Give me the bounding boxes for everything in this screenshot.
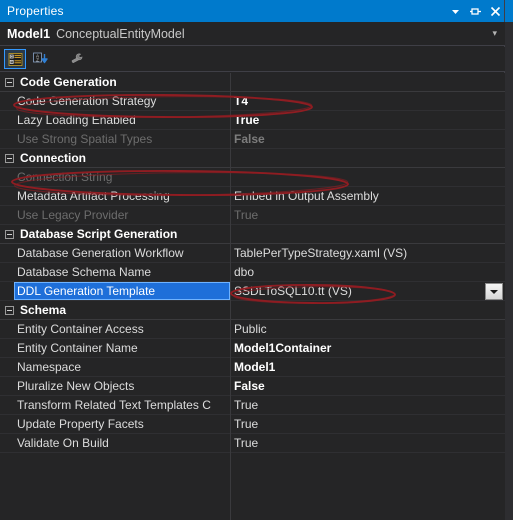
property-name: Connection String [17, 170, 113, 184]
chevron-down-icon [490, 289, 498, 294]
property-row[interactable]: Pluralize New Objects False [0, 377, 505, 396]
property-row[interactable]: Validate On Build True [0, 434, 505, 453]
property-row[interactable]: Metadata Artifact Processing Embed in Out… [0, 187, 505, 206]
property-name: DDL Generation Template [17, 284, 156, 298]
property-name: Entity Container Access [17, 322, 144, 336]
auto-hide-pin-icon[interactable] [465, 1, 485, 21]
object-selector-chevron-down-icon[interactable]: ▾ [492, 29, 505, 38]
property-value[interactable]: Embed in Output Assembly [234, 189, 484, 203]
property-row[interactable]: Namespace Model1 [0, 358, 505, 377]
property-value[interactable]: TablePerTypeStrategy.xaml (VS) [234, 246, 484, 260]
property-value[interactable]: dbo [234, 265, 484, 279]
property-row[interactable]: Database Generation Workflow TablePerType… [0, 244, 505, 263]
value-dropdown-button[interactable] [485, 283, 503, 300]
property-value[interactable]: True [234, 113, 484, 127]
property-row[interactable]: Use Legacy Provider True [0, 206, 505, 225]
svg-text:Z: Z [36, 57, 39, 62]
property-row[interactable]: Transform Related Text Templates C True [0, 396, 505, 415]
category-label: Code Generation [20, 75, 117, 89]
property-name: Entity Container Name [17, 341, 138, 355]
category-collapse-icon[interactable] [5, 78, 14, 87]
property-row[interactable]: Use Strong Spatial Types False [0, 130, 505, 149]
property-value[interactable]: True [234, 398, 484, 412]
property-name: Database Generation Workflow [17, 246, 184, 260]
property-row[interactable]: Database Schema Name dbo [0, 263, 505, 282]
property-name: Database Schema Name [17, 265, 152, 279]
property-name: Code Generation Strategy [17, 94, 157, 108]
properties-toolbar: A Z [0, 47, 505, 72]
object-header[interactable]: Model1 ConceptualEntityModel ▾ [0, 22, 505, 46]
right-dock-strip: Properties [504, 0, 513, 520]
object-name: Model1 [7, 26, 51, 41]
property-value[interactable]: Public [234, 322, 484, 336]
category-collapse-icon[interactable] [5, 154, 14, 163]
property-row[interactable]: Lazy Loading Enabled True [0, 111, 505, 130]
property-value[interactable]: False [234, 379, 484, 393]
property-value[interactable]: T4 [234, 94, 484, 108]
close-icon[interactable] [485, 1, 505, 21]
property-name: Pluralize New Objects [17, 379, 135, 393]
property-name: Validate On Build [17, 436, 109, 450]
category-row[interactable]: Code Generation [0, 73, 505, 92]
property-name: Update Property Facets [17, 417, 144, 431]
category-collapse-icon[interactable] [5, 230, 14, 239]
property-name: Use Strong Spatial Types [17, 132, 153, 146]
category-row[interactable]: Database Script Generation [0, 225, 505, 244]
category-row[interactable]: Connection [0, 149, 505, 168]
property-row[interactable]: Update Property Facets True [0, 415, 505, 434]
property-name: Metadata Artifact Processing [17, 189, 170, 203]
property-name: Lazy Loading Enabled [17, 113, 136, 127]
categorized-view-button[interactable] [4, 49, 26, 69]
properties-panel: Properties Properties Model1 [0, 0, 513, 520]
property-value[interactable]: True [234, 417, 484, 431]
object-type: ConceptualEntityModel [56, 26, 185, 41]
property-pages-button[interactable] [66, 49, 88, 69]
property-value[interactable]: True [234, 436, 484, 450]
property-name: Transform Related Text Templates C [17, 398, 211, 412]
property-row[interactable]: Code Generation Strategy T4 [0, 92, 505, 111]
property-name: Namespace [17, 360, 82, 374]
alphabetical-sort-button[interactable]: A Z [30, 49, 52, 69]
property-value[interactable]: SSDLToSQL10.tt (VS) [234, 284, 484, 298]
category-row[interactable]: Schema [0, 301, 505, 320]
property-value[interactable]: Model1 [234, 360, 484, 374]
category-collapse-icon[interactable] [5, 306, 14, 315]
property-row[interactable]: Entity Container Name Model1Container [0, 339, 505, 358]
property-grid[interactable]: Code Generation Code Generation Strategy T… [0, 73, 505, 520]
category-label: Database Script Generation [20, 227, 178, 241]
right-dock-active-tab[interactable] [505, 0, 513, 22]
property-row[interactable]: Connection String [0, 168, 505, 187]
window-menu-chevron-icon[interactable] [445, 1, 465, 21]
panel-title: Properties [7, 4, 64, 18]
property-value[interactable]: True [234, 208, 484, 222]
panel-titlebar: Properties [0, 0, 505, 22]
category-label: Schema [20, 303, 67, 317]
property-name: Use Legacy Provider [17, 208, 129, 222]
property-row[interactable]: DDL Generation Template SSDLToSQL10.tt (V… [0, 282, 505, 301]
property-value[interactable]: False [234, 132, 484, 146]
property-value[interactable]: Model1Container [234, 341, 484, 355]
property-row[interactable]: Entity Container Access Public [0, 320, 505, 339]
category-label: Connection [20, 151, 86, 165]
